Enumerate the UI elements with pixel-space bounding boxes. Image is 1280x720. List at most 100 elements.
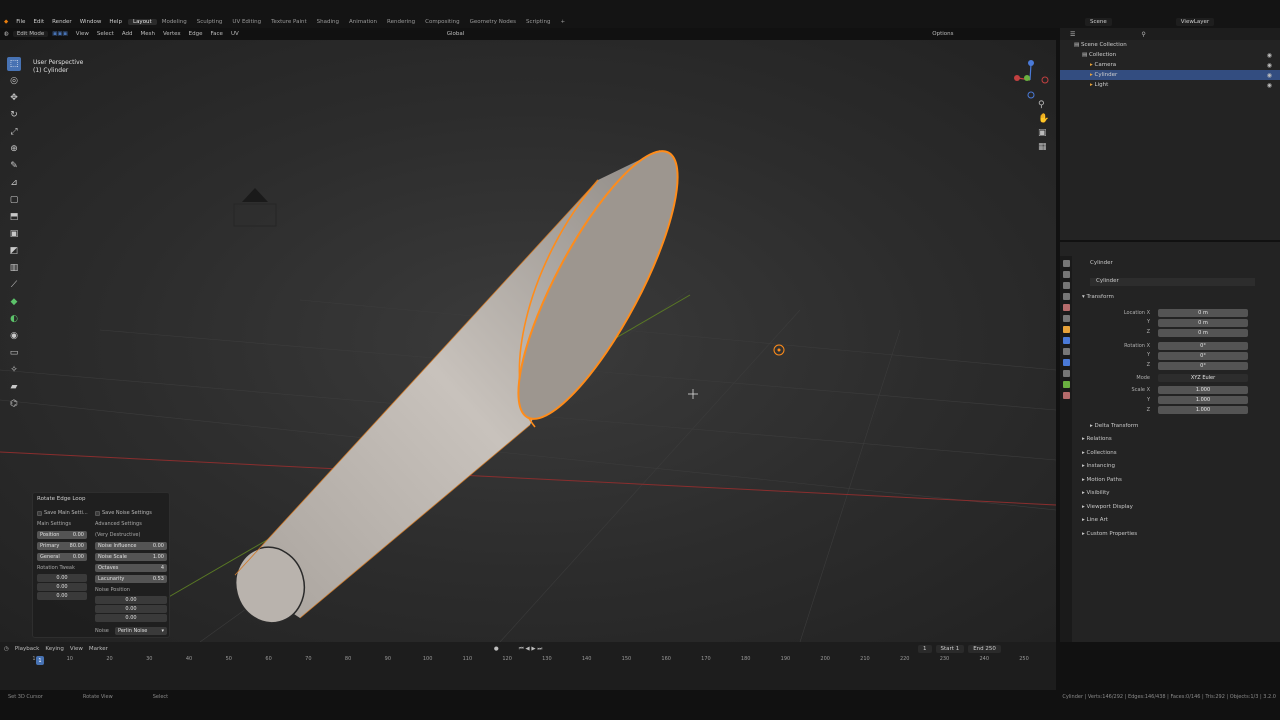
location-x-field[interactable]: 0 m [1158, 309, 1248, 317]
lacunarity-field[interactable]: Lacunarity 0.53 [95, 575, 167, 583]
knife-icon[interactable]: ⟋ [7, 278, 21, 292]
tab-layout[interactable]: Layout [128, 18, 157, 25]
blender-logo-icon[interactable]: ◆ [0, 19, 12, 25]
tab-sculpting[interactable]: Sculpting [192, 19, 228, 25]
outliner-camera[interactable]: ▸ Camera ◉ [1060, 60, 1280, 70]
tool-tab-icon[interactable] [1062, 260, 1070, 267]
visibility-icon[interactable]: ◉ [1267, 72, 1272, 79]
section-custom-properties[interactable]: ▸ Custom Properties [1082, 531, 1137, 537]
object-name-field[interactable]: Cylinder [1090, 278, 1255, 286]
add-cube-icon[interactable]: ▢ [7, 193, 21, 207]
render-tab-icon[interactable] [1062, 271, 1070, 278]
edge-slide-icon[interactable]: ▭ [7, 346, 21, 360]
zoom-icon[interactable]: ⚲ [1038, 100, 1049, 110]
general-field[interactable]: General 0.00 [37, 553, 87, 561]
outliner-cylinder[interactable]: ▸ Cylinder ◉ [1060, 70, 1280, 80]
rotate-icon[interactable]: ↻ [7, 108, 21, 122]
noise-influence-field[interactable]: Noise Influence 0.00 [95, 542, 167, 550]
transform-icon[interactable]: ⊕ [7, 142, 21, 156]
scale-x-field[interactable]: 1.000 [1158, 386, 1248, 394]
current-frame-field[interactable]: 1 [918, 645, 932, 653]
scale-icon[interactable]: ⤢ [7, 125, 21, 139]
options-dropdown[interactable]: Options [928, 31, 957, 37]
rip-icon[interactable]: ⌬ [7, 397, 21, 411]
poly-build-icon[interactable]: ◆ [7, 295, 21, 309]
camera-view-icon[interactable]: ▣ [1038, 128, 1049, 138]
menu-window[interactable]: Window [76, 19, 106, 25]
section-motion-paths[interactable]: ▸ Motion Paths [1082, 477, 1122, 483]
noise-position-x[interactable]: 0.00 [95, 596, 167, 604]
annotate-icon[interactable]: ✎ [7, 159, 21, 173]
rotation-mode-dropdown[interactable]: XYZ Euler [1158, 374, 1248, 382]
loop-cut-icon[interactable]: ▥ [7, 261, 21, 275]
menu-add[interactable]: Add [118, 31, 137, 37]
section-line-art[interactable]: ▸ Line Art [1082, 517, 1108, 523]
world-tab-icon[interactable] [1062, 315, 1070, 322]
rotation-tweak-x[interactable]: 0.00 [37, 574, 87, 582]
editor-type-icon[interactable]: ◍ [0, 31, 13, 37]
tab-shading[interactable]: Shading [312, 19, 344, 25]
rotation-x-field[interactable]: 0° [1158, 342, 1248, 350]
physics-tab-icon[interactable] [1062, 359, 1070, 366]
menu-render[interactable]: Render [48, 19, 76, 25]
menu-vertex[interactable]: Vertex [159, 31, 185, 37]
menu-mesh[interactable]: Mesh [136, 31, 158, 37]
menu-view[interactable]: View [70, 646, 83, 652]
measure-icon[interactable]: ⊿ [7, 176, 21, 190]
extrude-icon[interactable]: ⬒ [7, 210, 21, 224]
outliner-search-icon[interactable]: ⚲ [1141, 31, 1145, 38]
section-relations[interactable]: ▸ Relations [1082, 436, 1112, 442]
outliner-light[interactable]: ▸ Light ◉ [1060, 80, 1280, 90]
primary-field[interactable]: Primary 80.00 [37, 542, 87, 550]
noise-position-y[interactable]: 0.00 [95, 605, 167, 613]
data-tab-icon[interactable] [1062, 381, 1070, 388]
inset-icon[interactable]: ▣ [7, 227, 21, 241]
smooth-icon[interactable]: ◉ [7, 329, 21, 343]
particles-tab-icon[interactable] [1062, 348, 1070, 355]
material-tab-icon[interactable] [1062, 392, 1070, 399]
scene-tab-icon[interactable] [1062, 304, 1070, 311]
frame-ruler[interactable]: 1 10 20 30 40 50 60 70 80 90 100 110 120 130 140 150 160… [32, 656, 1028, 666]
add-workspace-icon[interactable]: + [555, 19, 570, 25]
section-delta-transform[interactable]: ▸ Delta Transform [1090, 423, 1138, 429]
section-instancing[interactable]: ▸ Instancing [1082, 463, 1115, 469]
outliner-collection[interactable]: ▤ Collection ◉ [1060, 50, 1280, 60]
menu-edit[interactable]: Edit [29, 19, 48, 25]
menu-face[interactable]: Face [207, 31, 227, 37]
pan-hand-icon[interactable]: ✋ [1038, 114, 1049, 124]
save-noise-checkbox[interactable]: Save Noise Settings [95, 510, 152, 516]
playhead[interactable]: 1 [36, 656, 44, 665]
spin-icon[interactable]: ◐ [7, 312, 21, 326]
outliner-editor-icon[interactable]: ☰ [1070, 31, 1075, 38]
output-tab-icon[interactable] [1062, 282, 1070, 289]
menu-file[interactable]: File [12, 19, 29, 25]
timeline-editor-icon[interactable]: ◷ [4, 646, 9, 652]
constraints-tab-icon[interactable] [1062, 370, 1070, 377]
location-y-field[interactable]: 0 m [1158, 319, 1248, 327]
cursor-icon[interactable]: ◎ [7, 74, 21, 88]
select-mode-icons[interactable]: ▣▣▣ [48, 31, 72, 37]
view-layer-selector[interactable]: ViewLayer [1175, 17, 1215, 26]
tab-texture-paint[interactable]: Texture Paint [266, 19, 312, 25]
ortho-grid-icon[interactable]: ▦ [1038, 142, 1049, 152]
menu-marker[interactable]: Marker [89, 646, 108, 652]
tab-uv-editing[interactable]: UV Editing [227, 19, 266, 25]
rotation-z-field[interactable]: 0° [1158, 362, 1248, 370]
operator-title[interactable]: Rotate Edge Loop [37, 496, 86, 502]
menu-playback[interactable]: Playback [15, 646, 40, 652]
menu-select[interactable]: Select [93, 31, 118, 37]
shrink-fatten-icon[interactable]: ✧ [7, 363, 21, 377]
octaves-field[interactable]: Octaves 4 [95, 564, 167, 572]
section-collections[interactable]: ▸ Collections [1082, 450, 1117, 456]
noise-position-z[interactable]: 0.00 [95, 614, 167, 622]
position-field[interactable]: Position 0.00 [37, 531, 87, 539]
visibility-icon[interactable]: ◉ [1267, 52, 1272, 59]
scale-z-field[interactable]: 1.000 [1158, 406, 1248, 414]
outliner-scene-collection[interactable]: ▤ Scene Collection [1060, 40, 1280, 50]
modifier-tab-icon[interactable] [1062, 337, 1070, 344]
noise-scale-field[interactable]: Noise Scale 1.00 [95, 553, 167, 561]
location-z-field[interactable]: 0 m [1158, 329, 1248, 337]
move-icon[interactable]: ✥ [7, 91, 21, 105]
tab-modeling[interactable]: Modeling [157, 19, 192, 25]
rotation-tweak-y[interactable]: 0.00 [37, 583, 87, 591]
